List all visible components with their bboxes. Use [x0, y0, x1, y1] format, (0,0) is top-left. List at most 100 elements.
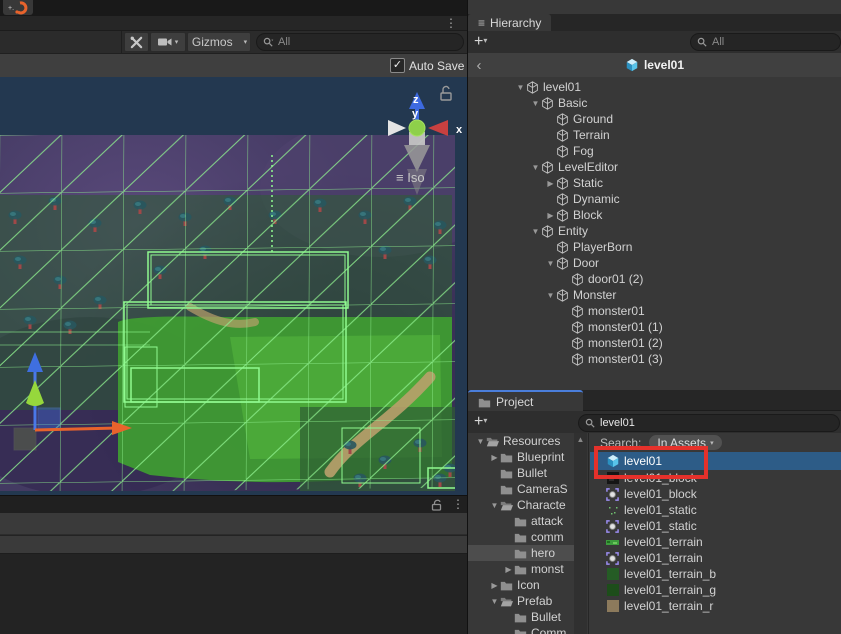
folder-item-comm[interactable]: comm: [468, 529, 574, 545]
scene-menu-kebab-icon[interactable]: ⋮: [445, 18, 457, 28]
tree-open-arrow-icon[interactable]: ▼: [545, 259, 556, 268]
folder-item-monst[interactable]: ▶monst: [468, 561, 574, 577]
hierarchy-item-block[interactable]: ▶Block: [468, 207, 841, 223]
project-search-input[interactable]: [600, 417, 833, 429]
result-item-level01-terrain-b[interactable]: level01_terrain_b: [590, 566, 841, 582]
gizmos-dropdown[interactable]: Gizmos ▾: [187, 32, 251, 52]
result-item-level01-terrain[interactable]: level01_terrain: [590, 534, 841, 550]
tree-closed-arrow-icon[interactable]: ▶: [503, 565, 514, 574]
collab-orange-icon[interactable]: +.: [3, 0, 33, 15]
tree-open-arrow-icon[interactable]: ▼: [489, 597, 500, 606]
result-item-level01-terrain-g[interactable]: level01_terrain_g: [590, 582, 841, 598]
hierarchy-item-monster[interactable]: ▼Monster: [468, 287, 841, 303]
tree-closed-arrow-icon[interactable]: ▶: [489, 453, 500, 462]
hierarchy-search-field[interactable]: [690, 33, 841, 51]
tree-closed-arrow-icon[interactable]: ▶: [545, 179, 556, 188]
folder-item-characte[interactable]: ▼Characte: [468, 497, 574, 513]
breadcrumb-current: level01: [490, 58, 819, 72]
tree-closed-arrow-icon[interactable]: ▶: [489, 581, 500, 590]
result-item-level01-static[interactable]: level01_static: [590, 502, 841, 518]
hierarchy-item-fog[interactable]: Fog: [468, 143, 841, 159]
tree-closed-arrow-icon[interactable]: ▶: [545, 211, 556, 220]
bottom-panel-row[interactable]: [0, 513, 467, 535]
tree-open-arrow-icon[interactable]: ▼: [545, 291, 556, 300]
hierarchy-item-label: Basic: [557, 96, 587, 110]
hierarchy-item-monster01-1[interactable]: monster01 (1): [468, 319, 841, 335]
search-icon: [697, 37, 708, 48]
breadcrumb-label[interactable]: level01: [644, 58, 684, 72]
hierarchy-create-button[interactable]: +▾: [474, 33, 487, 50]
folder-item-label: attack: [530, 514, 563, 528]
hierarchy-item-basic[interactable]: ▼ Basic: [468, 95, 841, 111]
gameobject-cube-icon: [541, 97, 557, 110]
result-item-level01-block[interactable]: level01_block: [590, 470, 841, 486]
folder-item-prefab[interactable]: ▼Prefab: [468, 593, 574, 609]
result-item-level01-terrain[interactable]: level01_terrain: [590, 550, 841, 566]
folder-item-hero[interactable]: hero: [468, 545, 574, 561]
gameobject-cube-icon: [556, 257, 572, 270]
project-create-button[interactable]: +▾: [474, 413, 487, 430]
hierarchy-search-input[interactable]: [712, 36, 834, 48]
tree-open-arrow-icon[interactable]: ▼: [530, 163, 541, 172]
result-item-level01-selected[interactable]: level01: [590, 452, 841, 470]
tree-open-arrow-icon[interactable]: ▼: [530, 227, 541, 236]
folder-item-icon[interactable]: ▶Icon: [468, 577, 574, 593]
tab-hierarchy[interactable]: ≡ Hierarchy: [468, 14, 551, 31]
result-item-level01-block[interactable]: level01_block: [590, 486, 841, 502]
tree-open-arrow-icon[interactable]: ▼: [515, 83, 526, 92]
tree-open-arrow-icon[interactable]: ▼: [530, 99, 541, 108]
project-search-field[interactable]: [578, 414, 840, 432]
result-item-label: level01: [624, 454, 662, 468]
folder-icon: [514, 628, 530, 634]
hierarchy-item-entity[interactable]: ▼Entity: [468, 223, 841, 239]
hierarchy-item-dynamic[interactable]: Dynamic: [468, 191, 841, 207]
hierarchy-item-label: Static: [572, 176, 603, 190]
unlock-icon[interactable]: [431, 499, 443, 511]
hierarchy-item-terrain[interactable]: Terrain: [468, 127, 841, 143]
hierarchy-item-static[interactable]: ▶ Static: [468, 175, 841, 191]
folder-item-cameras[interactable]: CameraS: [468, 481, 574, 497]
bottom-panel-row[interactable]: [0, 536, 467, 554]
scene-camera-button[interactable]: ▾: [150, 32, 186, 52]
hierarchy-item-door[interactable]: ▼Door: [468, 255, 841, 271]
folder-scrollbar[interactable]: ▲: [574, 433, 587, 634]
tree-open-arrow-icon[interactable]: ▼: [475, 437, 486, 446]
bottom-panel-kebab-icon[interactable]: ⋮: [452, 499, 464, 509]
folder-item-bullet[interactable]: Bullet: [468, 609, 574, 625]
search-icon: [585, 418, 596, 429]
tab-project[interactable]: Project: [468, 390, 583, 412]
auto-save-checkbox[interactable]: ✓: [390, 58, 405, 73]
folder-item-blueprint[interactable]: ▶Blueprint: [468, 449, 574, 465]
folder-item-bullet[interactable]: Bullet: [468, 465, 574, 481]
hierarchy-item-playerborn[interactable]: PlayerBorn: [468, 239, 841, 255]
hierarchy-item-monster01[interactable]: monster01: [468, 303, 841, 319]
swatch-tan-icon: [605, 600, 620, 612]
scene-search-input[interactable]: [278, 36, 457, 48]
result-item-level01-static[interactable]: level01_static: [590, 518, 841, 534]
hierarchy-item-leveleditor[interactable]: ▼LevelEditor: [468, 159, 841, 175]
folder-item-label: Bullet: [530, 610, 561, 624]
scene-tools-button[interactable]: [124, 32, 149, 52]
chevron-down-icon: ▾: [175, 38, 179, 46]
hierarchy-item-monster01-2[interactable]: monster01 (2): [468, 335, 841, 351]
hierarchy-item-door01-2[interactable]: door01 (2): [468, 271, 841, 287]
folder-icon: [500, 468, 516, 479]
project-tabstrip: Project: [468, 390, 841, 411]
scope-in-assets-button[interactable]: In Assets ▾: [649, 435, 721, 450]
project-folder-tree: ▼Resources▶BlueprintBulletCameraS▼Charac…: [468, 433, 574, 634]
hierarchy-item-ground[interactable]: Ground: [468, 111, 841, 127]
result-item-level01-terrain-r[interactable]: level01_terrain_r: [590, 598, 841, 614]
folder-item-attack[interactable]: attack: [468, 513, 574, 529]
scene-viewport[interactable]: z y x ≡ Iso: [0, 77, 467, 495]
hierarchy-item-monster01-3[interactable]: monster01 (3): [468, 351, 841, 367]
folder-open-icon: [486, 436, 502, 447]
folder-item-resources[interactable]: ▼Resources: [468, 433, 574, 449]
tree-open-arrow-icon[interactable]: ▼: [489, 501, 500, 510]
result-item-label: level01_block: [624, 487, 697, 501]
folder-item-comm[interactable]: Comm: [468, 625, 574, 634]
hierarchy-item-level01[interactable]: ▼level01: [468, 79, 841, 95]
back-chevron-icon[interactable]: ‹: [468, 57, 490, 74]
scene-search-field[interactable]: [256, 33, 464, 51]
column-divider[interactable]: [588, 433, 589, 634]
result-item-label: level01_terrain_r: [624, 599, 713, 613]
